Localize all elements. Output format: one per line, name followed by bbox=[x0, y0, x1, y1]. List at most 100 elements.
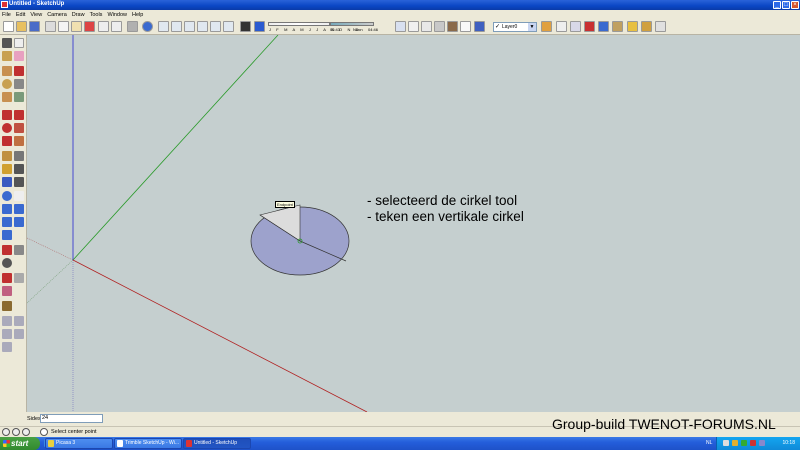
chevron-down-icon[interactable]: ▼ bbox=[528, 23, 536, 31]
freehand-icon[interactable] bbox=[14, 92, 24, 102]
sandbox-icon[interactable] bbox=[2, 301, 12, 311]
time-slider[interactable] bbox=[330, 22, 374, 26]
tray-security-icon[interactable] bbox=[750, 440, 756, 446]
sides-input[interactable]: 24 bbox=[40, 414, 103, 423]
shadow-time-strip[interactable]: J F M A M J J A S O N D 06:43 Noon 04:46 bbox=[268, 22, 378, 32]
dimension-icon[interactable] bbox=[14, 151, 24, 161]
print-icon[interactable] bbox=[127, 21, 138, 32]
xray-icon[interactable] bbox=[395, 21, 406, 32]
tray-update-icon[interactable] bbox=[759, 440, 765, 446]
menu-view[interactable]: View bbox=[30, 12, 42, 18]
tape-measure-icon[interactable] bbox=[2, 151, 12, 161]
monochrome-icon[interactable] bbox=[460, 21, 471, 32]
display-sections-icon[interactable] bbox=[14, 273, 24, 283]
user-icon[interactable] bbox=[22, 428, 30, 436]
extension-warehouse-icon[interactable] bbox=[627, 21, 638, 32]
undo-icon[interactable] bbox=[98, 21, 109, 32]
layer-dropdown[interactable]: ✓ Layer0 ▼ bbox=[493, 22, 537, 32]
right-view-icon[interactable] bbox=[197, 21, 208, 32]
start-button[interactable]: start bbox=[0, 437, 40, 450]
taskbar-sketchup[interactable]: Untitled - SketchUp bbox=[183, 438, 251, 449]
stamp-icon[interactable] bbox=[14, 316, 24, 326]
polygon-icon[interactable] bbox=[2, 92, 12, 102]
shadow-settings-icon[interactable] bbox=[240, 21, 251, 32]
rectangle-icon[interactable] bbox=[2, 66, 12, 76]
component-options-icon[interactable] bbox=[641, 21, 652, 32]
new-file-icon[interactable] bbox=[3, 21, 14, 32]
iso-view-icon[interactable] bbox=[158, 21, 169, 32]
month-slider[interactable] bbox=[268, 22, 330, 26]
select-arrow-icon[interactable] bbox=[2, 38, 12, 48]
front-view-icon[interactable] bbox=[184, 21, 195, 32]
make-component-icon[interactable] bbox=[14, 38, 24, 48]
layer-manager-icon[interactable] bbox=[474, 21, 485, 32]
paste-icon[interactable] bbox=[71, 21, 82, 32]
look-around-icon[interactable] bbox=[2, 258, 12, 268]
previous-view-icon[interactable] bbox=[14, 217, 24, 227]
follow-me-icon[interactable] bbox=[14, 123, 24, 133]
shaded-textures-icon[interactable] bbox=[447, 21, 458, 32]
zoom-extents-icon[interactable] bbox=[2, 217, 12, 227]
zoom-icon[interactable] bbox=[2, 204, 12, 214]
credits-icon[interactable] bbox=[12, 428, 20, 436]
walk-icon[interactable] bbox=[14, 245, 24, 255]
minimize-button[interactable]: _ bbox=[773, 1, 781, 9]
geo-location-icon[interactable] bbox=[2, 428, 10, 436]
materials-icon[interactable] bbox=[556, 21, 567, 32]
language-indicator[interactable]: NL bbox=[706, 440, 712, 446]
line-pencil-icon[interactable] bbox=[14, 66, 24, 76]
photo-textures-icon[interactable] bbox=[612, 21, 623, 32]
tray-volume-icon[interactable] bbox=[732, 440, 738, 446]
add-detail-icon[interactable] bbox=[14, 329, 24, 339]
pan-icon[interactable] bbox=[14, 191, 24, 201]
tray-network-icon[interactable] bbox=[723, 440, 729, 446]
help-question-icon[interactable] bbox=[40, 428, 48, 436]
tray-antivirus-icon[interactable] bbox=[741, 440, 747, 446]
menu-camera[interactable]: Camera bbox=[47, 12, 67, 18]
text-icon[interactable] bbox=[14, 164, 24, 174]
eraser-icon[interactable] bbox=[14, 51, 24, 61]
flip-edge-icon[interactable] bbox=[2, 342, 12, 352]
menu-draw[interactable]: Draw bbox=[72, 12, 85, 18]
orbit-icon[interactable] bbox=[2, 191, 12, 201]
taskbar-picasa[interactable]: Picasa 3 bbox=[45, 438, 113, 449]
maximize-button[interactable]: □ bbox=[782, 1, 790, 9]
get-models-icon[interactable] bbox=[570, 21, 581, 32]
top-view-icon[interactable] bbox=[171, 21, 182, 32]
share-model-icon[interactable] bbox=[584, 21, 595, 32]
title-bar[interactable]: Untitled - SketchUp _ □ × bbox=[0, 0, 800, 10]
back-view-icon[interactable] bbox=[210, 21, 221, 32]
menu-tools[interactable]: Tools bbox=[90, 12, 103, 18]
copy-icon[interactable] bbox=[58, 21, 69, 32]
circle-icon[interactable] bbox=[2, 79, 12, 89]
next-view-icon[interactable] bbox=[2, 230, 12, 240]
taskbar-trimble[interactable]: Trimble SketchUp - Wi... bbox=[114, 438, 182, 449]
push-pull-icon[interactable] bbox=[14, 110, 24, 120]
position-camera-icon[interactable] bbox=[2, 245, 12, 255]
model-info-icon[interactable] bbox=[142, 21, 153, 32]
google-earth-icon[interactable] bbox=[598, 21, 609, 32]
protractor-icon[interactable] bbox=[2, 164, 12, 174]
section-cuts-icon[interactable] bbox=[2, 286, 12, 296]
attributes-icon[interactable] bbox=[655, 21, 666, 32]
move-icon[interactable] bbox=[2, 110, 12, 120]
hidden-line-icon[interactable] bbox=[421, 21, 432, 32]
smoove-icon[interactable] bbox=[2, 316, 12, 326]
cut-icon[interactable] bbox=[45, 21, 56, 32]
open-folder-icon[interactable] bbox=[16, 21, 27, 32]
menu-file[interactable]: File bbox=[2, 12, 11, 18]
redo-icon[interactable] bbox=[111, 21, 122, 32]
scale-icon[interactable] bbox=[2, 136, 12, 146]
shaded-icon[interactable] bbox=[434, 21, 445, 32]
menu-edit[interactable]: Edit bbox=[16, 12, 25, 18]
display-shadows-icon[interactable] bbox=[254, 21, 265, 32]
drape-icon[interactable] bbox=[2, 329, 12, 339]
menu-help[interactable]: Help bbox=[132, 12, 143, 18]
arc-icon[interactable] bbox=[14, 79, 24, 89]
components-icon[interactable] bbox=[541, 21, 552, 32]
wireframe-icon[interactable] bbox=[408, 21, 419, 32]
close-button[interactable]: × bbox=[791, 1, 799, 9]
rotate-icon[interactable] bbox=[2, 123, 12, 133]
offset-icon[interactable] bbox=[14, 136, 24, 146]
erase-icon[interactable] bbox=[84, 21, 95, 32]
